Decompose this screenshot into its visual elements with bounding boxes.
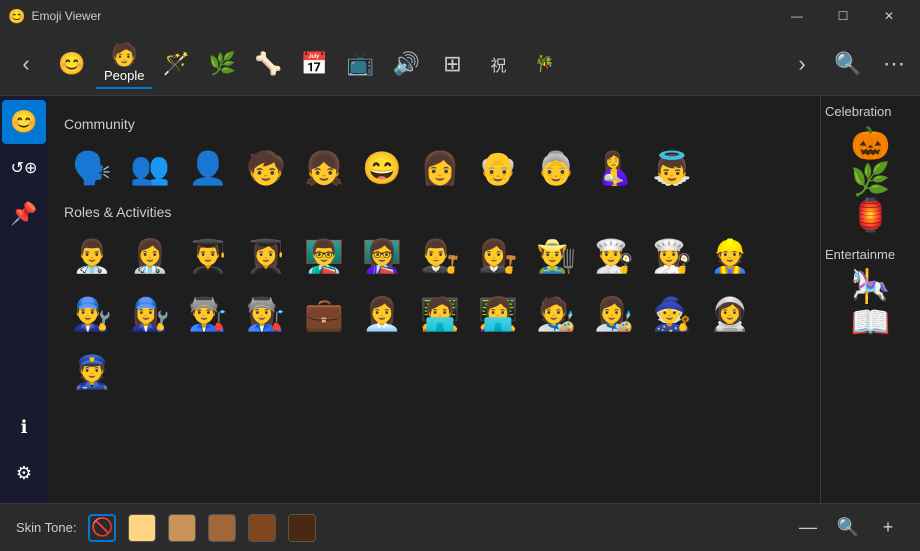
- list-item[interactable]: 👩‍🏫: [354, 228, 410, 284]
- entertainment-title: Entertainme: [825, 247, 916, 262]
- list-item[interactable]: 🎠: [825, 270, 916, 302]
- app-layout: 😊 ↺⊕ 📌 ℹ ⚙ Community 🗣️ 👥 👤 🧒 👧 😄 👩 👴 👵 …: [0, 96, 920, 503]
- list-item[interactable]: 😄: [354, 140, 410, 196]
- skin-tone-none[interactable]: 🚫: [88, 514, 116, 542]
- list-item[interactable]: 👨‍🍳: [586, 228, 642, 284]
- skin-tone-medium[interactable]: [208, 514, 236, 542]
- list-item[interactable]: 🗣️: [64, 140, 120, 196]
- category-kanji2[interactable]: 🎋: [522, 38, 566, 90]
- list-item[interactable]: 👨‍🔧: [64, 286, 120, 342]
- list-item[interactable]: 👼: [644, 140, 700, 196]
- title-bar-left: 😊 Emoji Viewer: [8, 8, 101, 25]
- list-item[interactable]: 📖: [825, 306, 916, 338]
- sidebar-bottom: ℹ ⚙: [2, 405, 46, 503]
- bottom-right: — 🔍 +: [792, 512, 904, 544]
- back-button[interactable]: ‹: [4, 38, 48, 90]
- category-nature[interactable]: 🌿: [200, 38, 244, 90]
- sidebar-item-recents[interactable]: ↺⊕: [2, 146, 46, 190]
- list-item[interactable]: 👥: [122, 140, 178, 196]
- community-grid: 🗣️ 👥 👤 🧒 👧 😄 👩 👴 👵 🤱 👼: [64, 140, 804, 196]
- forward-button[interactable]: ›: [780, 38, 824, 90]
- search-button[interactable]: 🔍: [826, 38, 870, 90]
- category-animals[interactable]: 🦴: [246, 38, 290, 90]
- people-icon: 🧑: [111, 42, 138, 68]
- skin-tone-label: Skin Tone:: [16, 520, 76, 535]
- skin-tone-medium-light[interactable]: [168, 514, 196, 542]
- list-item[interactable]: 👵: [528, 140, 584, 196]
- category-symbols[interactable]: 🔊: [384, 38, 428, 90]
- main-content[interactable]: Community 🗣️ 👥 👤 🧒 👧 😄 👩 👴 👵 🤱 👼 Roles &…: [48, 96, 820, 503]
- title-bar-controls: — ☐ ✕: [774, 0, 912, 32]
- category-objects[interactable]: 📺: [338, 38, 382, 90]
- list-item[interactable]: 👨‍🎓: [180, 228, 236, 284]
- list-item[interactable]: 👨‍🌾: [528, 228, 584, 284]
- celebration-grid: 🎃 🌿 🏮: [825, 127, 916, 231]
- list-item[interactable]: 👩‍🚀: [702, 286, 758, 342]
- list-item[interactable]: 👩‍🏭: [238, 286, 294, 342]
- zoom-out-button[interactable]: —: [792, 512, 824, 544]
- sidebar-item-info[interactable]: ℹ: [2, 405, 46, 449]
- maximize-button[interactable]: ☐: [820, 0, 866, 32]
- entertainment-grid: 🎠 📖: [825, 270, 916, 338]
- sidebar: 😊 ↺⊕ 📌 ℹ ⚙: [0, 96, 48, 503]
- toolbar-right: › 🔍 ⋯: [780, 38, 916, 90]
- skin-tone-light[interactable]: [128, 514, 156, 542]
- category-grid[interactable]: ⊞: [430, 38, 474, 90]
- category-kanji1[interactable]: 祝: [476, 38, 520, 90]
- list-item[interactable]: 🧙: [644, 286, 700, 342]
- community-title: Community: [64, 116, 804, 132]
- list-item[interactable]: 👩‍⚕️: [122, 228, 178, 284]
- close-button[interactable]: ✕: [866, 0, 912, 32]
- list-item[interactable]: 👩‍🎨: [586, 286, 642, 342]
- list-item[interactable]: 🧒: [238, 140, 294, 196]
- list-item[interactable]: 👩‍🎓: [238, 228, 294, 284]
- roles-title: Roles & Activities: [64, 204, 804, 220]
- list-item[interactable]: 👩‍⚖️: [470, 228, 526, 284]
- skin-tone-medium-dark[interactable]: [248, 514, 276, 542]
- skin-tone-dark[interactable]: [288, 514, 316, 542]
- list-item[interactable]: 👨‍⚕️: [64, 228, 120, 284]
- sidebar-item-settings[interactable]: ⚙: [2, 451, 46, 495]
- list-item[interactable]: 👩‍🔧: [122, 286, 178, 342]
- list-item[interactable]: 👤: [180, 140, 236, 196]
- list-item[interactable]: 👨‍🏭: [180, 286, 236, 342]
- entertainment-section: Entertainme 🎠 📖: [825, 247, 916, 338]
- list-item[interactable]: 👷: [702, 228, 758, 284]
- category-people[interactable]: 🧑 People: [96, 38, 152, 89]
- list-item[interactable]: 🧑‍💻: [412, 286, 468, 342]
- list-item[interactable]: 👨‍🏫: [296, 228, 352, 284]
- list-item[interactable]: 👮: [64, 344, 120, 400]
- category-travel[interactable]: 📅: [292, 38, 336, 90]
- list-item[interactable]: 👴: [470, 140, 526, 196]
- list-item[interactable]: 👨‍⚖️: [412, 228, 468, 284]
- category-activities[interactable]: 🪄: [154, 38, 198, 90]
- celebration-title: Celebration: [825, 104, 916, 119]
- app-title: Emoji Viewer: [31, 9, 101, 23]
- list-item[interactable]: 👩: [412, 140, 468, 196]
- list-item[interactable]: 🎃: [825, 127, 916, 159]
- minimize-button[interactable]: —: [774, 0, 820, 32]
- more-button[interactable]: ⋯: [872, 38, 916, 90]
- list-item[interactable]: 👩‍💻: [470, 286, 526, 342]
- toolbar: ‹ 😊 🧑 People 🪄 🌿 🦴 📅 📺 🔊 ⊞ 祝 🎋 › 🔍 ⋯: [0, 32, 920, 96]
- list-item[interactable]: 💼: [296, 286, 352, 342]
- list-item[interactable]: 👧: [296, 140, 352, 196]
- people-label: People: [104, 68, 144, 83]
- category-smiley[interactable]: 😊: [50, 38, 94, 90]
- app-icon: 😊: [8, 8, 25, 25]
- bottom-bar: Skin Tone: 🚫 — 🔍 +: [0, 503, 920, 551]
- list-item[interactable]: 👩‍💼: [354, 286, 410, 342]
- list-item[interactable]: 🧑‍🎨: [528, 286, 584, 342]
- zoom-in-button[interactable]: +: [872, 512, 904, 544]
- right-panel: Celebration 🎃 🌿 🏮 Entertainme 🎠 📖: [820, 96, 920, 503]
- list-item[interactable]: 👩‍🍳: [644, 228, 700, 284]
- title-bar: 😊 Emoji Viewer — ☐ ✕: [0, 0, 920, 32]
- list-item[interactable]: 🌿: [825, 163, 916, 195]
- sidebar-item-emoji[interactable]: 😊: [2, 100, 46, 144]
- search-bottom-button[interactable]: 🔍: [832, 512, 864, 544]
- sidebar-item-favorites[interactable]: 📌: [2, 192, 46, 236]
- list-item[interactable]: 🏮: [825, 199, 916, 231]
- roles-grid: 👨‍⚕️ 👩‍⚕️ 👨‍🎓 👩‍🎓 👨‍🏫 👩‍🏫 👨‍⚖️ 👩‍⚖️ 👨‍🌾 …: [64, 228, 804, 400]
- list-item[interactable]: 🤱: [586, 140, 642, 196]
